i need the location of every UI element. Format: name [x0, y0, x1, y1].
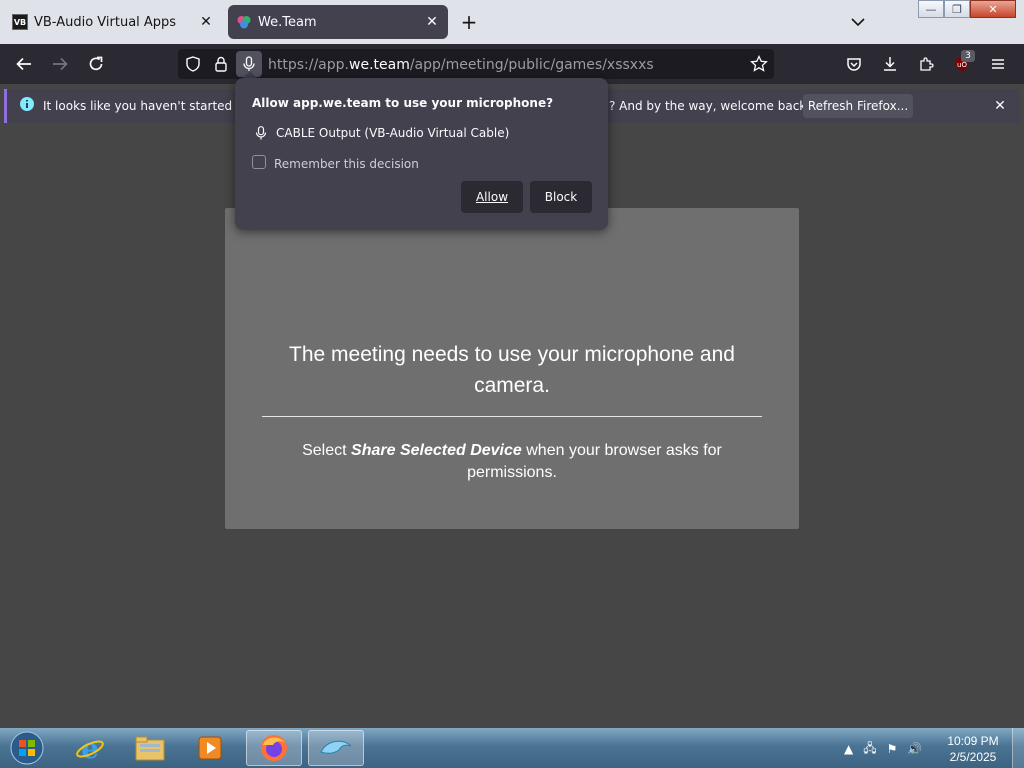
lock-icon[interactable]: [212, 55, 230, 73]
firefox-icon: [261, 735, 287, 761]
remember-decision-label[interactable]: Remember this decision: [274, 157, 419, 171]
volume-speaker-icon[interactable]: 🔊: [907, 742, 922, 756]
puzzle-piece-icon: [920, 57, 934, 71]
new-tab-button[interactable]: +: [458, 11, 480, 33]
folder-icon: [135, 736, 165, 761]
permission-title: Allow app.we.team to use your microphone…: [252, 96, 554, 110]
app-menu-button[interactable]: [986, 52, 1010, 76]
close-tab-icon[interactable]: ✕: [198, 14, 214, 30]
tab-vb-audio[interactable]: VB VB-Audio Virtual Apps ✕: [4, 5, 222, 39]
list-all-tabs-chevron-icon[interactable]: [848, 12, 868, 32]
url-text[interactable]: https://app.we.team/app/meeting/public/g…: [268, 57, 654, 73]
action-center-flag-icon[interactable]: ⚑: [887, 742, 898, 756]
network-icon[interactable]: 🖧: [863, 739, 876, 760]
info-icon: [20, 97, 34, 111]
url-prefix: https://app.: [268, 57, 349, 73]
reload-button[interactable]: [84, 52, 108, 76]
show-desktop-button[interactable]: [1012, 728, 1024, 768]
weteam-favicon-icon: [237, 16, 251, 29]
clock-time: 10:09 PM: [947, 734, 999, 748]
instr-emphasis: Share Selected Device: [351, 442, 522, 459]
card-instructions: Select Share Selected Device when your b…: [262, 440, 762, 484]
tab-weteam[interactable]: We.Team ✕: [228, 5, 448, 39]
tab-title: We.Team: [258, 14, 317, 30]
taskbar-vb-audio-app[interactable]: [308, 730, 364, 766]
url-domain: we.team: [349, 57, 410, 73]
taskbar-media-player[interactable]: [182, 730, 238, 766]
remember-decision-checkbox[interactable]: [252, 155, 266, 169]
extension-badge-count: 3: [961, 50, 975, 62]
tracking-protection-shield-icon[interactable]: [184, 55, 202, 73]
pocket-icon: [847, 58, 861, 71]
microphone-icon: [255, 126, 267, 140]
card-title: The meeting needs to use your microphone…: [289, 343, 735, 397]
media-player-icon: [198, 736, 222, 760]
forward-arrow-icon: [53, 57, 68, 71]
system-tray: ▲ 🖧 ⚑ 🔊: [844, 740, 922, 758]
reload-icon: [89, 56, 103, 71]
close-tab-icon[interactable]: ✕: [424, 14, 440, 30]
windows-start-orb-icon: [10, 731, 44, 765]
show-hidden-icons-arrow-icon[interactable]: ▲: [844, 742, 853, 756]
block-button[interactable]: Block: [530, 181, 592, 213]
internet-explorer-icon: e: [76, 733, 104, 763]
start-button[interactable]: [2, 730, 52, 766]
extensions-button[interactable]: [914, 52, 938, 76]
notification-text-right: ? And by the way, welcome back!: [609, 99, 812, 113]
hamburger-menu-icon: [992, 59, 1004, 69]
pocket-button[interactable]: [842, 52, 866, 76]
microphone-icon: [243, 56, 255, 71]
allow-button[interactable]: Allow: [461, 181, 523, 213]
minimize-button[interactable]: —: [918, 0, 944, 18]
instr-before: Select: [302, 442, 352, 459]
svg-text:e: e: [81, 733, 99, 763]
taskbar-file-explorer[interactable]: [122, 730, 178, 766]
taskbar-internet-explorer[interactable]: e: [62, 730, 118, 766]
clock-date: 2/5/2025: [949, 750, 997, 764]
microphone-device-name[interactable]: CABLE Output (VB-Audio Virtual Cable): [276, 126, 509, 140]
window-controls: — ❐ ✕: [918, 0, 1020, 20]
vb-audio-favicon-icon: VB: [12, 14, 28, 30]
back-arrow-icon: [16, 57, 31, 71]
back-button[interactable]: [12, 52, 36, 76]
refresh-firefox-button[interactable]: Refresh Firefox...: [803, 94, 913, 118]
forward-button[interactable]: [48, 52, 72, 76]
download-icon: [884, 57, 896, 71]
close-window-button[interactable]: ✕: [970, 0, 1016, 18]
dolphin-icon: [320, 740, 352, 754]
url-path: /app/meeting/public/games/xssxxs: [409, 57, 654, 73]
tab-title: VB-Audio Virtual Apps: [34, 14, 177, 30]
taskbar-clock[interactable]: 10:09 PM 2/5/2025: [940, 733, 1006, 765]
bookmark-star-icon[interactable]: [750, 55, 768, 73]
downloads-button[interactable]: [878, 52, 902, 76]
card-divider: [262, 416, 762, 417]
close-notification-icon[interactable]: ✕: [990, 96, 1010, 116]
maximize-button[interactable]: ❐: [944, 0, 970, 18]
svg-text:uO: uO: [957, 61, 967, 69]
taskbar-firefox[interactable]: [246, 730, 302, 766]
